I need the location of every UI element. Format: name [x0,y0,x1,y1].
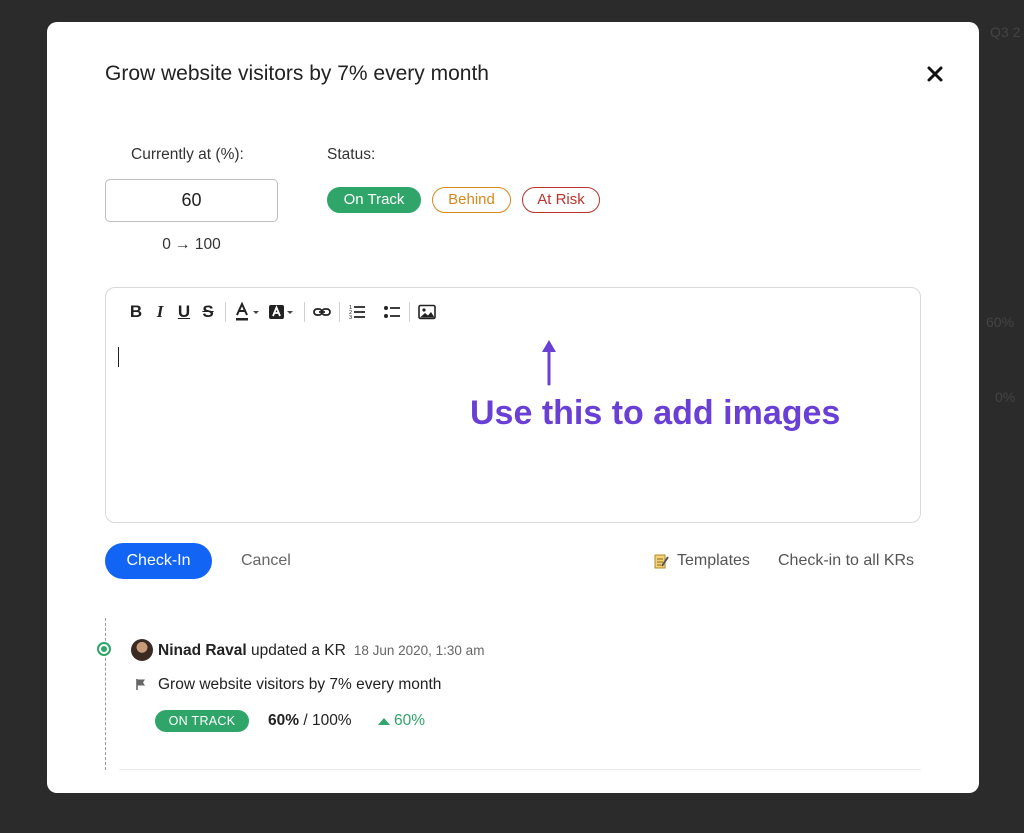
notepad-icon [654,554,669,569]
toolbar-divider [339,302,340,322]
cancel-button[interactable]: Cancel [241,552,291,570]
image-icon[interactable] [415,300,439,324]
text-cursor [118,347,119,367]
rich-text-editor[interactable]: B I U S 1 2 3 Use this to add images [105,287,921,523]
text-color-icon[interactable] [231,300,265,324]
highlight-color-icon[interactable] [265,300,299,324]
timeline-dot-icon [97,642,111,656]
background-text: 0% [995,389,1016,405]
status-on-track-button[interactable]: On Track [327,187,421,213]
close-icon[interactable] [923,62,947,86]
current-value-input[interactable] [105,179,278,222]
progress-delta: 60% [378,712,425,730]
activity-action: updated a KR [246,642,346,659]
progress-current: 60% [268,712,300,729]
annotation-arrow-icon [542,340,556,386]
status-label: Status: [327,146,376,163]
annotation-text: Use this to add images [470,394,841,432]
status-at-risk-button[interactable]: At Risk [522,187,600,213]
toolbar-divider [225,302,226,322]
up-arrow-icon [378,717,390,725]
ordered-list-icon[interactable]: 1 2 3 [345,300,369,324]
divider [119,769,921,770]
activity-user[interactable]: Ninad Raval [158,642,247,659]
current-value-label: Currently at (%): [131,146,244,163]
check-in-all-krs-button[interactable]: Check-in to all KRs [778,552,914,570]
activity-header: Ninad Raval updated a KR 18 Jun 2020, 1:3… [158,642,484,660]
modal-title: Grow website visitors by 7% every month [105,62,489,85]
editor-toolbar: B I U S 1 2 3 [124,300,439,324]
link-icon[interactable] [310,300,334,324]
checkin-modal: Grow website visitors by 7% every month … [47,22,979,793]
bullet-list-icon[interactable] [380,300,404,324]
status-behind-button[interactable]: Behind [432,187,511,213]
italic-icon[interactable]: I [148,300,172,324]
underline-icon[interactable]: U [172,300,196,324]
toolbar-divider [304,302,305,322]
strikethrough-icon[interactable]: S [196,300,220,324]
timeline-line [105,618,106,770]
status-badge: ON TRACK [155,710,249,732]
check-in-button[interactable]: Check-In [105,543,212,579]
background-text: Q3 2 [990,24,1021,40]
templates-button[interactable]: Templates [653,552,750,570]
value-range: 0 → 100 [162,236,221,253]
delta-value: 60% [394,712,426,729]
flag-icon [136,679,145,690]
kr-name[interactable]: Grow website visitors by 7% every month [158,676,441,694]
templates-label: Templates [677,552,750,569]
toolbar-divider [409,302,410,322]
svg-text:3: 3 [349,315,352,321]
kr-progress: 60% / 100% [268,712,352,730]
progress-target: / 100% [299,712,352,729]
activity-time: 18 Jun 2020, 1:30 am [353,643,485,658]
bold-icon[interactable]: B [124,300,148,324]
avatar [131,639,153,661]
background-text: 60% [986,314,1015,330]
